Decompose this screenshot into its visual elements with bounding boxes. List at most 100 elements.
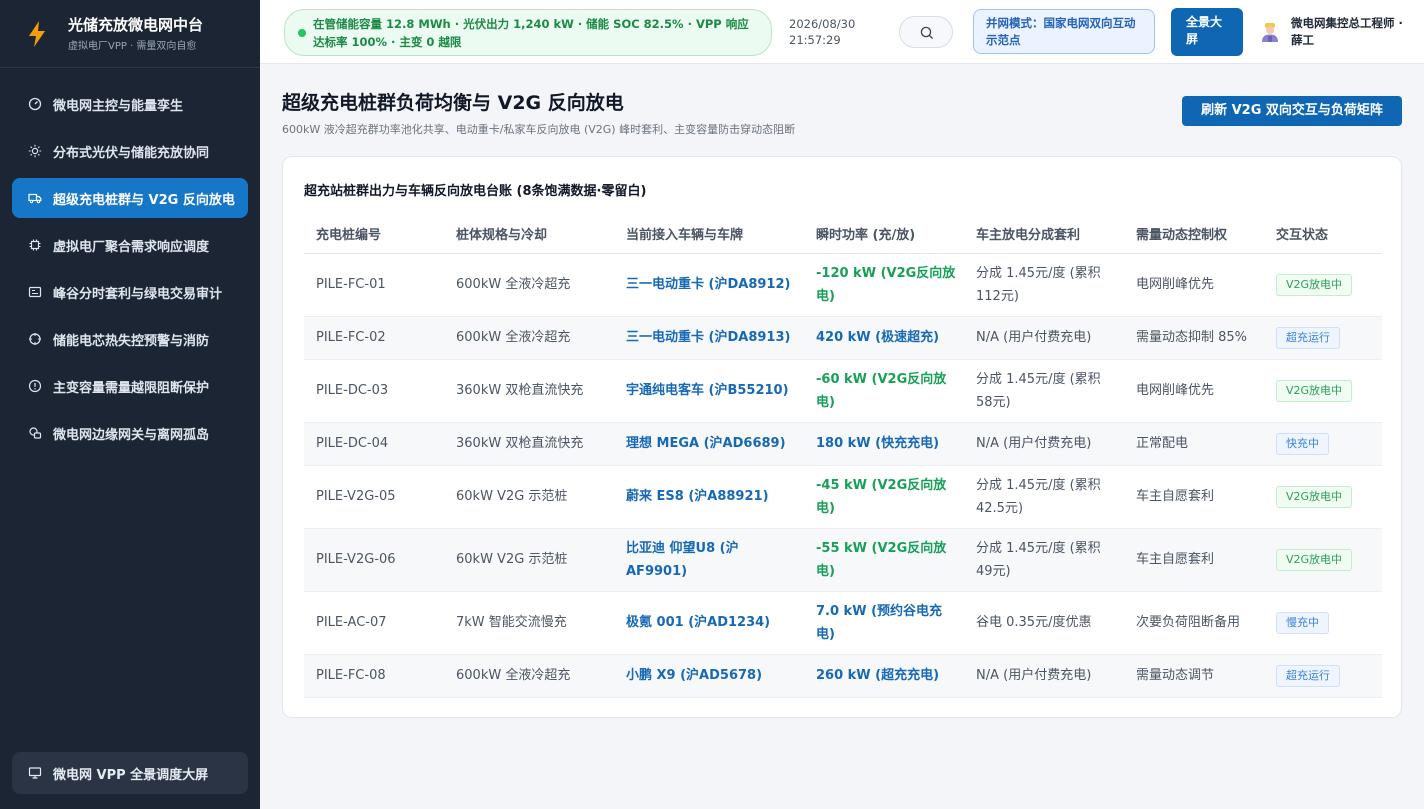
brand-title: 光储充放微电网中台 [68,16,204,34]
instant-power: 260 kW (超充充电) [804,654,964,698]
pile-id: PILE-DC-03 [304,359,444,423]
instant-power: -55 kW (V2G反向放电) [804,528,964,592]
vehicle-plate: 蔚来 ES8 (沪A88921) [614,465,804,529]
pile-id: PILE-V2G-06 [304,528,444,592]
column-header: 充电桩编号 [304,215,444,254]
crosshair-icon [29,333,41,345]
pile-spec: 360kW 双枪直流快充 [444,359,614,423]
status-badge: V2G放电中 [1276,380,1353,402]
sidebar-item-edge-gateway[interactable]: 微电网边缘网关与离网孤岛 [12,413,248,453]
search-icon [920,26,934,40]
instant-power: -45 kW (V2G反向放电) [804,465,964,529]
owner-revenue: 谷电 0.35元/度优惠 [964,591,1124,655]
user-name: 微电网集控总工程师 · 薛工 [1291,16,1403,47]
table-row[interactable]: PILE-FC-01 600kW 全液冷超充 三一电动重卡 (沪DA8912) … [304,253,1382,317]
vehicle-plate: 极氪 001 (沪AD1234) [614,591,804,655]
alert-circle-icon [28,379,42,393]
refresh-v2g-matrix-button[interactable]: 刷新 V2G 双向交互与负荷矩阵 [1182,96,1402,126]
pile-ledger-table: 充电桩编号 桩体规格与冷却 当前接入车辆与车牌 瞬时功率 (充/放) 车主放电分… [304,215,1382,698]
sidebar: 光储充放微电网中台 虚拟电厂VPP · 需量双向自愈 微电网主控与能量孪生 分布… [0,0,260,809]
table-title: 超充站桩群出力与车辆反向放电台账 (8条饱满数据·零留白) [304,184,647,199]
grid-mode-badge: 并网模式：国家电网双向互动示范点 [973,9,1155,54]
table-row[interactable]: PILE-FC-02 600kW 全液冷超充 三一电动重卡 (沪DA8913) … [304,316,1382,360]
owner-revenue: N/A (用户付费充电) [964,654,1124,698]
pile-spec: 60kW V2G 示范桩 [444,465,614,529]
page-title: 超级充电桩群负荷均衡与 V2G 反向放电 [282,92,624,114]
current-date: 2026/08/30 [789,17,856,31]
column-header: 车主放电分成套利 [964,215,1124,254]
sun-icon [28,144,42,158]
pile-spec: 600kW 全液冷超充 [444,316,614,360]
sidebar-item-supercharger-v2g[interactable]: 超级充电桩群与 V2G 反向放电 [12,178,248,218]
truck-icon [28,193,42,204]
sidebar-item-label: 微电网边缘网关与离网孤岛 [53,427,210,443]
table-header-row: 充电桩编号 桩体规格与冷却 当前接入车辆与车牌 瞬时功率 (充/放) 车主放电分… [304,215,1382,254]
column-header: 桩体规格与冷却 [444,215,614,254]
ledger-icon [28,286,42,298]
pile-id: PILE-FC-02 [304,316,444,360]
pile-id: PILE-V2G-05 [304,465,444,529]
demand-control: 电网削峰优先 [1124,253,1264,317]
column-header: 需量动态控制权 [1124,215,1264,254]
pile-id: PILE-FC-08 [304,654,444,698]
instant-power: -60 kW (V2G反向放电) [804,359,964,423]
pile-ledger-card: 超充站桩群出力与车辆反向放电台账 (8条饱满数据·零留白) 充电桩编号 桩体规格… [282,156,1402,718]
user-profile[interactable]: 微电网集控总工程师 · 薛工 [1259,14,1409,50]
pile-id: PILE-DC-04 [304,422,444,466]
table-row[interactable]: PILE-FC-08 600kW 全液冷超充 小鹏 X9 (沪AD5678) 2… [304,654,1382,698]
pile-spec: 600kW 全液冷超充 [444,253,614,317]
sidebar-item-label: 分布式光伏与储能充放协同 [53,145,210,161]
status-badge: 超充运行 [1276,665,1340,687]
status-badge: 慢充中 [1276,612,1329,634]
demand-control: 正常配电 [1124,422,1264,466]
sidebar-item-thermal-runaway[interactable]: 储能电芯热失控预警与消防 [12,319,248,359]
table-row[interactable]: PILE-V2G-05 60kW V2G 示范桩 蔚来 ES8 (沪A88921… [304,465,1382,529]
vehicle-plate: 宇通纯电客车 (沪B55210) [614,359,804,423]
current-time: 21:57:29 [789,33,841,47]
owner-revenue: N/A (用户付费充电) [964,422,1124,466]
sidebar-nav: 微电网主控与能量孪生 分布式光伏与储能充放协同 超级充电桩群与 V2G 反向放电… [0,68,260,453]
datetime: 2026/08/30 21:57:29 [789,16,855,48]
lightning-bolt-icon [29,20,45,47]
table-row[interactable]: PILE-DC-04 360kW 双枪直流快充 理想 MEGA (沪AD6689… [304,422,1382,466]
instant-power: -120 kW (V2G反向放电) [804,253,964,317]
table-row[interactable]: PILE-AC-07 7kW 智能交流慢充 极氪 001 (沪AD1234) 7… [304,591,1382,655]
demand-control: 需量动态调节 [1124,654,1264,698]
pile-spec: 7kW 智能交流慢充 [444,591,614,655]
monitor-icon [28,767,42,779]
top-header: 在管储能容量 12.8 MWh · 光伏出力 1,240 kW · 储能 SOC… [260,0,1424,64]
owner-revenue: N/A (用户付费充电) [964,316,1124,360]
demand-control: 车主自愿套利 [1124,465,1264,529]
owner-revenue: 分成 1.45元/度 (累积 58元) [964,359,1124,423]
table-row[interactable]: PILE-V2G-06 60kW V2G 示范桩 比亚迪 仰望U8 (沪AF99… [304,528,1382,592]
sidebar-item-demand-protection[interactable]: 主变容量需量越限阻断保护 [12,366,248,406]
vehicle-plate: 理想 MEGA (沪AD6689) [614,422,804,466]
pile-id: PILE-FC-01 [304,253,444,317]
table-row[interactable]: PILE-DC-03 360kW 双枪直流快充 宇通纯电客车 (沪B55210)… [304,359,1382,423]
column-header: 交互状态 [1264,215,1382,254]
status-badge: 快充中 [1276,433,1329,455]
owner-revenue: 分成 1.45元/度 (累积 42.5元) [964,465,1124,529]
full-screen-button[interactable]: 全景大屏 [1171,8,1243,56]
sidebar-item-label: 峰谷分时套利与绿电交易审计 [53,286,223,302]
pile-id: PILE-AC-07 [304,591,444,655]
search-button[interactable] [899,16,953,48]
engineer-avatar-icon [1262,23,1278,42]
demand-control: 次要负荷阻断备用 [1124,591,1264,655]
sidebar-item-microgrid-control[interactable]: 微电网主控与能量孪生 [12,84,248,124]
page-subtitle: 600kW 液冷超充群功率池化共享、电动重卡/私家车反向放电 (V2G) 峰时套… [282,123,796,136]
brand-subtitle: 虚拟电厂VPP · 需量双向自愈 [68,41,197,52]
vpp-dashboard-button[interactable]: 微电网 VPP 全景调度大屏 [12,752,248,794]
vpp-dashboard-button-label: 微电网 VPP 全景调度大屏 [53,767,209,783]
sidebar-item-vpp-demand-response[interactable]: 虚拟电厂聚合需求响应调度 [12,225,248,265]
demand-control: 车主自愿套利 [1124,528,1264,592]
sidebar-item-pv-storage[interactable]: 分布式光伏与储能充放协同 [12,131,248,171]
chip-icon [29,239,41,251]
sidebar-item-tou-arbitrage[interactable]: 峰谷分时套利与绿电交易审计 [12,272,248,312]
system-status-banner: 在管储能容量 12.8 MWh · 光伏出力 1,240 kW · 储能 SOC… [284,9,772,56]
dashboard-gauge-icon [28,97,42,111]
instant-power: 420 kW (极速超充) [804,316,964,360]
instant-power: 180 kW (快充充电) [804,422,964,466]
sidebar-item-label: 微电网主控与能量孪生 [53,98,184,114]
vehicle-plate: 比亚迪 仰望U8 (沪AF9901) [614,528,804,592]
